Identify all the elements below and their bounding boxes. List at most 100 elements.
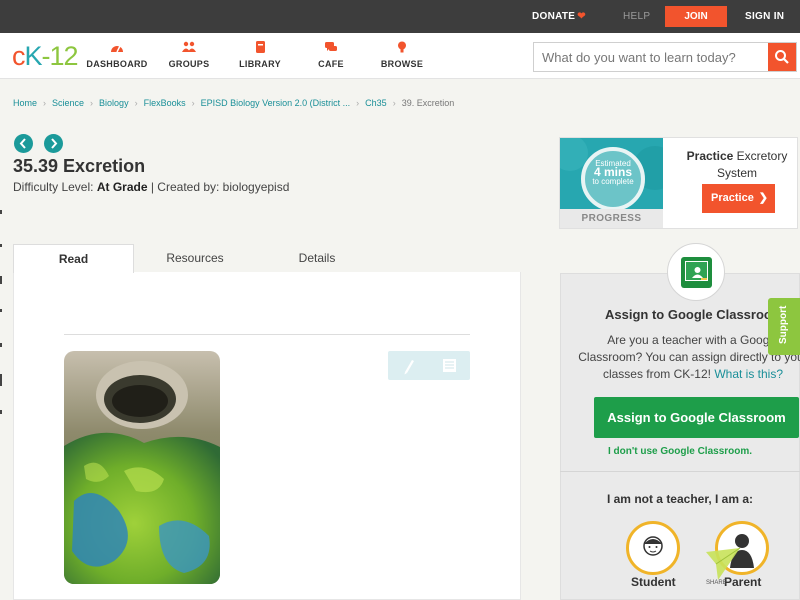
practice-title-bold: Practice <box>686 149 734 163</box>
logo-dash: - <box>41 41 51 71</box>
breadcrumb-current: 39. Excretion <box>401 98 455 108</box>
chevron-right-icon: ❯ <box>758 192 768 204</box>
breadcrumb-book[interactable]: EPISD Biology Version 2.0 (District ... <box>201 98 351 108</box>
logo-c: c <box>12 41 25 71</box>
breadcrumb-chapter[interactable]: Ch35 <box>365 98 387 108</box>
tab-read[interactable]: Read <box>13 244 134 273</box>
google-classroom-icon <box>667 243 725 301</box>
difficulty-value: At Grade <box>96 180 148 194</box>
lesson-tabs: Read Resources Details <box>13 244 521 273</box>
share-widget[interactable] <box>704 546 742 584</box>
edge-mark <box>0 343 2 347</box>
support-label: Support <box>778 305 789 344</box>
chevron-left-icon <box>19 138 26 149</box>
edge-mark <box>0 410 2 414</box>
help-link[interactable]: HELP <box>623 11 650 22</box>
nav-dashboard[interactable]: DASHBOARD <box>82 41 152 69</box>
nav-library-label: LIBRARY <box>239 59 281 69</box>
nav-dashboard-label: DASHBOARD <box>86 59 148 69</box>
breadcrumb-separator: › <box>90 98 94 108</box>
chevron-right-icon <box>51 138 58 149</box>
edge-mark <box>0 244 2 247</box>
breadcrumb-flexbooks[interactable]: FlexBooks <box>144 98 186 108</box>
practice-button[interactable]: Practice ❯ <box>702 184 775 213</box>
sign-in-link[interactable]: SIGN IN <box>745 11 784 22</box>
breadcrumb-separator: › <box>392 98 396 108</box>
created-by: | Created by: biologyepisd <box>150 180 290 194</box>
ck12-logo[interactable]: cK-12 <box>12 41 79 72</box>
edge-mark <box>0 210 2 214</box>
nav-cafe-label: CAFE <box>318 59 344 69</box>
breadcrumb-science[interactable]: Science <box>52 98 84 108</box>
student-label: Student <box>631 575 676 589</box>
not-teacher-label: I am not a teacher, I am a: <box>606 492 754 506</box>
heart-icon: ❤ <box>577 11 586 22</box>
classroom-description: Are you a teacher with a Google Classroo… <box>575 332 800 383</box>
search-box <box>533 42 797 72</box>
tab-details[interactable]: Details <box>256 244 378 273</box>
breadcrumb-biology[interactable]: Biology <box>99 98 129 108</box>
nav-library[interactable]: LIBRARY <box>225 41 295 69</box>
notes-icon <box>443 359 456 372</box>
classroom-board <box>681 257 712 288</box>
library-book-icon <box>256 41 265 53</box>
classroom-people-icon <box>692 267 707 280</box>
logo-k: K <box>24 41 43 71</box>
progress-label: PROGRESS <box>560 209 663 228</box>
logo-twelve: 12 <box>49 41 79 71</box>
nav-groups[interactable]: GROUPS <box>154 41 224 69</box>
estimated-time: Estimated 4 mins to complete <box>581 159 645 186</box>
donate-link[interactable]: DONATE ❤ <box>532 11 586 22</box>
previous-lesson-button[interactable] <box>14 134 33 153</box>
progress-widget: Estimated 4 mins to complete PROGRESS <box>560 138 663 228</box>
edge-mark <box>0 276 2 284</box>
classroom-title: Assign to Google Classroom <box>605 307 784 322</box>
dont-use-classroom-link[interactable]: I don't use Google Classroom. <box>560 446 800 457</box>
breadcrumb-home[interactable]: Home <box>13 98 37 108</box>
page-title: 35.39 Excretion <box>13 156 146 176</box>
search-button[interactable] <box>768 43 796 71</box>
breadcrumb-separator: › <box>43 98 47 108</box>
pencil-icon <box>404 360 414 375</box>
donate-label: DONATE <box>532 11 576 22</box>
support-tab[interactable]: Support <box>768 298 800 355</box>
panel-divider <box>560 471 800 472</box>
nav-browse-label: BROWSE <box>380 59 424 69</box>
share-label: SHARE <box>706 580 727 586</box>
estimated-minutes: 4 mins <box>593 165 632 179</box>
content-divider <box>64 334 470 335</box>
join-button[interactable]: JOIN <box>665 6 727 27</box>
lesson-meta: Difficulty Level: At Grade | Created by:… <box>13 180 289 194</box>
groups-people-icon <box>182 41 196 52</box>
breadcrumb-separator: › <box>134 98 138 108</box>
browse-bulb-icon <box>398 41 406 53</box>
annotation-toolbox <box>388 351 470 380</box>
cafe-chat-icon <box>325 42 337 51</box>
search-icon <box>775 50 789 64</box>
estimated-suffix: to complete <box>592 177 634 186</box>
difficulty-label: Difficulty Level: <box>13 180 94 194</box>
nav-browse[interactable]: BROWSE <box>367 41 437 69</box>
search-input[interactable] <box>534 43 769 71</box>
classroom-board-inner <box>685 261 708 281</box>
nav-cafe[interactable]: CAFE <box>296 41 366 69</box>
tab-resources[interactable]: Resources <box>134 244 256 273</box>
breadcrumb-separator: › <box>191 98 195 108</box>
top-bar: DONATE ❤ HELP JOIN SIGN IN <box>0 0 800 33</box>
nav-bar: cK-12 DASHBOARD GROUPS LIBRARY CAFE BROW… <box>0 33 800 79</box>
what-is-this-link[interactable]: What is this? <box>714 367 783 381</box>
breadcrumb-separator: › <box>356 98 360 108</box>
student-avatar-icon <box>643 536 663 556</box>
sewage-pipe-image <box>64 351 220 584</box>
notes-tool-button[interactable] <box>429 351 470 380</box>
highlight-tool-button[interactable] <box>388 351 429 380</box>
assign-google-classroom-button[interactable]: Assign to Google Classroom <box>594 397 799 438</box>
student-role-button[interactable] <box>626 521 680 575</box>
edge-mark <box>0 309 2 312</box>
practice-panel: Estimated 4 mins to complete PROGRESS Pr… <box>559 137 798 229</box>
share-plane-icon <box>706 547 741 580</box>
lesson-image <box>64 351 220 584</box>
next-lesson-button[interactable] <box>44 134 63 153</box>
practice-button-label: Practice <box>711 192 754 204</box>
practice-title: Practice Excretory System <box>673 148 800 182</box>
